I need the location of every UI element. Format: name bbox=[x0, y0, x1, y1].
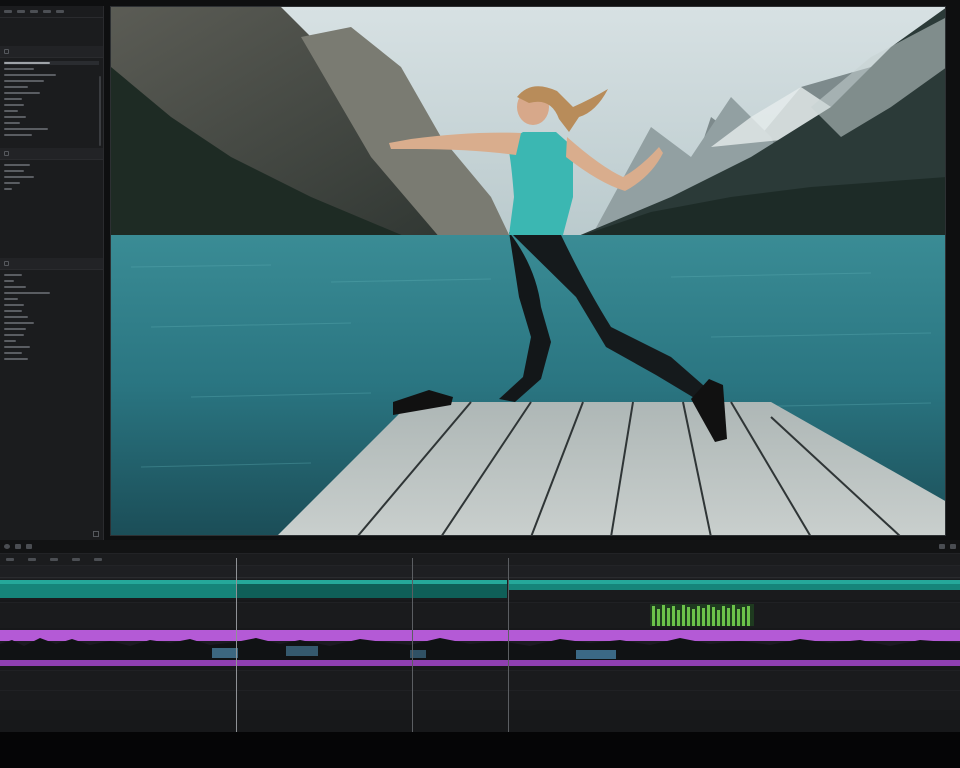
list-item[interactable] bbox=[4, 163, 99, 167]
audio-track-purple[interactable] bbox=[0, 630, 960, 666]
inspector-list bbox=[0, 270, 103, 366]
mark-in-icon[interactable] bbox=[26, 544, 32, 549]
playhead[interactable] bbox=[236, 558, 237, 734]
video-clip[interactable] bbox=[237, 580, 507, 598]
effects-header[interactable] bbox=[0, 148, 103, 160]
list-item[interactable] bbox=[4, 315, 99, 319]
import-icon[interactable] bbox=[17, 10, 25, 13]
marker-line[interactable] bbox=[508, 558, 509, 734]
panel-toolbar bbox=[0, 6, 103, 18]
timeline-tracks[interactable] bbox=[0, 558, 960, 734]
empty-track-lane[interactable] bbox=[0, 690, 960, 710]
list-item[interactable] bbox=[4, 279, 99, 283]
list-item[interactable] bbox=[4, 103, 99, 107]
list-item[interactable] bbox=[4, 79, 99, 83]
snap-icon[interactable] bbox=[50, 558, 58, 561]
list-item[interactable] bbox=[4, 339, 99, 343]
list-item[interactable] bbox=[4, 175, 99, 179]
list-item[interactable] bbox=[4, 303, 99, 307]
media-list bbox=[0, 58, 103, 142]
audio-track-lane-1[interactable] bbox=[0, 602, 960, 628]
grid-view-icon[interactable] bbox=[43, 10, 51, 13]
list-item[interactable] bbox=[4, 91, 99, 95]
list-item[interactable] bbox=[4, 97, 99, 101]
list-item[interactable] bbox=[4, 73, 99, 77]
video-clip[interactable] bbox=[0, 580, 236, 598]
collapse-icon[interactable] bbox=[4, 151, 9, 156]
timeline-panel bbox=[0, 554, 960, 734]
list-item[interactable] bbox=[4, 291, 99, 295]
list-item[interactable] bbox=[4, 357, 99, 361]
list-item[interactable] bbox=[4, 127, 99, 131]
audio-clip-green[interactable] bbox=[650, 604, 754, 626]
list-item[interactable] bbox=[4, 61, 99, 65]
collapse-icon[interactable] bbox=[4, 261, 9, 266]
search-icon[interactable] bbox=[56, 10, 64, 13]
list-item[interactable] bbox=[4, 109, 99, 113]
list-item[interactable] bbox=[4, 297, 99, 301]
video-clip[interactable] bbox=[508, 580, 960, 590]
audio-waveform bbox=[0, 630, 960, 666]
list-item[interactable] bbox=[4, 345, 99, 349]
collapse-icon[interactable] bbox=[4, 49, 9, 54]
list-item[interactable] bbox=[4, 187, 99, 191]
razor-icon[interactable] bbox=[6, 558, 14, 561]
panel-spacer bbox=[0, 196, 103, 258]
list-item[interactable] bbox=[4, 333, 99, 337]
list-item[interactable] bbox=[4, 351, 99, 355]
play-icon[interactable] bbox=[4, 544, 10, 549]
list-item[interactable] bbox=[4, 321, 99, 325]
scrollbar[interactable] bbox=[99, 76, 101, 146]
list-item[interactable] bbox=[4, 67, 99, 71]
list-item[interactable] bbox=[4, 115, 99, 119]
mark-out-icon[interactable] bbox=[939, 544, 945, 549]
bottom-bar bbox=[0, 732, 960, 768]
list-item[interactable] bbox=[4, 169, 99, 173]
folder-icon[interactable] bbox=[4, 10, 12, 13]
loop-icon[interactable] bbox=[15, 544, 21, 549]
zoom-icon[interactable] bbox=[950, 544, 956, 549]
timeline-ruler[interactable] bbox=[0, 566, 960, 578]
list-item[interactable] bbox=[4, 309, 99, 313]
waveform bbox=[650, 604, 754, 626]
list-item[interactable] bbox=[4, 121, 99, 125]
marker-icon[interactable] bbox=[94, 558, 102, 561]
empty-track-lane[interactable] bbox=[0, 670, 960, 690]
list-item[interactable] bbox=[4, 133, 99, 137]
list-item[interactable] bbox=[4, 285, 99, 289]
list-item[interactable] bbox=[4, 181, 99, 185]
effects-list bbox=[0, 160, 103, 196]
link-icon[interactable] bbox=[72, 558, 80, 561]
media-pool-header[interactable] bbox=[0, 46, 103, 58]
select-icon[interactable] bbox=[28, 558, 36, 561]
program-viewer[interactable] bbox=[110, 6, 946, 536]
list-item[interactable] bbox=[4, 273, 99, 277]
settings-icon[interactable] bbox=[93, 531, 99, 537]
marker-line[interactable] bbox=[412, 558, 413, 734]
list-item[interactable] bbox=[4, 85, 99, 89]
timeline-toolbar bbox=[0, 554, 960, 566]
inspector-header[interactable] bbox=[0, 258, 103, 270]
list-item[interactable] bbox=[4, 327, 99, 331]
list-view-icon[interactable] bbox=[30, 10, 38, 13]
viewer-transport-bar bbox=[0, 540, 960, 554]
media-browser-panel bbox=[0, 6, 104, 540]
viewer-frame-image bbox=[111, 7, 945, 535]
panel-spacer bbox=[0, 18, 103, 46]
